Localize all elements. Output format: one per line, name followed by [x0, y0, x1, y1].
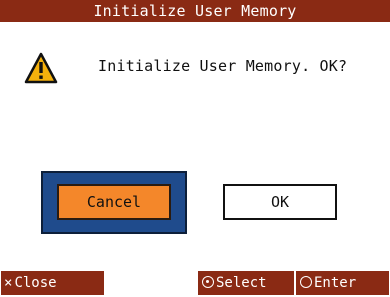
close-label: Close — [14, 275, 57, 291]
cancel-button[interactable]: Cancel — [57, 184, 171, 220]
enter-circle-icon — [300, 276, 312, 288]
footer-bar: × Close Select Enter — [0, 269, 390, 297]
warning-icon — [24, 52, 58, 84]
enter-label: Enter — [314, 275, 357, 291]
ok-button[interactable]: OK — [223, 184, 337, 220]
dialog-title: Initialize User Memory — [0, 0, 390, 22]
close-button[interactable]: × Close — [1, 271, 104, 295]
select-label: Select — [216, 275, 267, 291]
close-x-icon: × — [4, 275, 13, 291]
enter-button[interactable]: Enter — [296, 271, 389, 295]
select-button[interactable]: Select — [198, 271, 294, 295]
select-dial-icon — [202, 276, 214, 288]
confirm-message: Initialize User Memory. OK? — [98, 57, 348, 75]
